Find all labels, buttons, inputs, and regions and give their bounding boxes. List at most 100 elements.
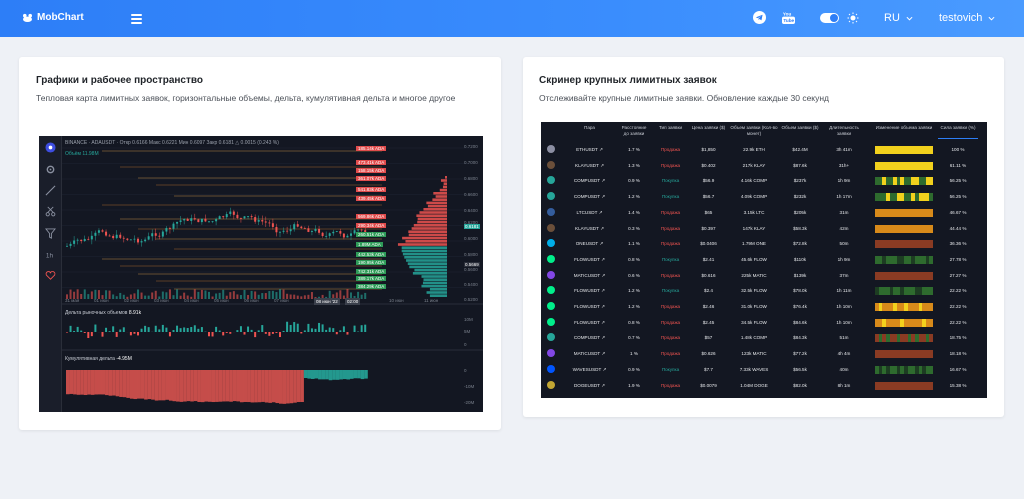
- language-selector[interactable]: RU: [884, 12, 913, 24]
- chevron-down-icon: [906, 16, 913, 21]
- hamburger-menu-icon[interactable]: [131, 14, 142, 24]
- cumulative-delta-bar: [325, 370, 329, 380]
- candle-body: [339, 231, 342, 234]
- table-row[interactable]: LTCUSDT ↗ 1.4 % Продажа $65 3.15k LTC $205k 31…: [541, 205, 987, 221]
- table-row[interactable]: MATICUSDT ↗ 1 % Продажа $0.626 123k MATIC $77…: [541, 346, 987, 362]
- table-row[interactable]: FLOWUSDT ↗ 0.8 % Продажа $2.45 34.5k FLOW $84…: [541, 315, 987, 331]
- cumulative-delta-bar: [257, 370, 262, 403]
- cell-dur: 1h 17m: [836, 194, 852, 200]
- delta-bar: [122, 327, 125, 332]
- cell-pair[interactable]: FLOWUSDT ↗: [567, 288, 612, 294]
- cumulative-delta-bar: [254, 370, 258, 403]
- cumulative-delta-bar: [176, 370, 180, 402]
- logo[interactable]: MobChart: [22, 12, 84, 23]
- candle-body: [346, 235, 349, 238]
- cell-pair[interactable]: LTCUSDT ↗: [567, 210, 612, 216]
- coin-icon: [547, 160, 555, 169]
- cell-pair[interactable]: MATICUSDT ↗: [567, 273, 612, 279]
- candle-body: [190, 218, 193, 221]
- volume-profile-bar: [422, 281, 447, 285]
- column-header-strength: Сила заявки (%): [940, 125, 976, 130]
- candle-body: [229, 211, 232, 215]
- table-row[interactable]: FLOWUSDT ↗ 1.2 % Покупка $2.4 32.5k FLOW $78.…: [541, 283, 987, 299]
- cumulative-delta-bar: [232, 370, 237, 402]
- cell-vusd: $56.5k: [793, 366, 807, 372]
- volume-profile-bar: [407, 262, 447, 265]
- cell-vusd: $78.0k: [793, 288, 807, 294]
- cell-pct: 16.67 %: [949, 366, 967, 372]
- price-level-tag: 190.95k ADA: [356, 260, 387, 265]
- candle-body: [158, 235, 161, 237]
- cell-pair[interactable]: DOGEUSDT ↗: [567, 383, 612, 389]
- table-row[interactable]: FLOWUSDT ↗ 1.2 % Продажа $2.46 31.0k FLOW $76…: [541, 299, 987, 315]
- volume-profile-bar: [408, 230, 447, 233]
- candle-body: [129, 239, 132, 241]
- delta-axis-tick: 10M: [464, 317, 473, 322]
- table-row[interactable]: COMPUSDT ↗ 0.9 % Покупка $56.9 4.16k COMP $23…: [541, 173, 987, 189]
- table-row[interactable]: COMPUSDT ↗ 0.7 % Продажа $57 1.48k COMP $84.3…: [541, 330, 987, 346]
- cumulative-delta-bar: [126, 370, 130, 398]
- cell-pair[interactable]: COMPUSDT ↗: [567, 194, 612, 200]
- logo-circle-icon: [45, 142, 56, 153]
- charts-workspace-card[interactable]: Графики и рабочее пространство Тепловая …: [19, 57, 501, 430]
- cell-price: $2.45: [702, 319, 715, 325]
- volume-profile-bar: [405, 240, 447, 243]
- table-row[interactable]: COMPUSDT ↗ 1.2 % Покупка $56.7 4.09k COMP $23…: [541, 189, 987, 205]
- price-level-tag: 185.14k ADA: [356, 146, 387, 151]
- candle-body: [208, 221, 210, 223]
- candle-body: [279, 231, 281, 233]
- theme-toggle[interactable]: [820, 13, 839, 23]
- x-axis-tick: 07 июн: [274, 298, 289, 303]
- coin-icon: [547, 192, 555, 201]
- cell-pct: 100 %: [951, 147, 965, 152]
- cell-pair[interactable]: COMPUSDT ↗: [567, 178, 612, 184]
- cell-pair[interactable]: MATICUSDT ↗: [567, 351, 612, 357]
- candle-body: [243, 216, 246, 219]
- table-row[interactable]: ONEUSDT ↗ 1.1 % Продажа $0.0406 1.79M ONE $72…: [541, 236, 987, 252]
- cell-pair[interactable]: FLOWUSDT ↗: [567, 304, 612, 310]
- youtube-icon[interactable]: YouTube: [782, 10, 795, 25]
- cell-vusd: $205k: [793, 209, 807, 215]
- table-row[interactable]: FLOWUSDT ↗ 0.8 % Покупка $2.41 45.6k FLOW $11…: [541, 252, 987, 268]
- cell-pair[interactable]: WAVESUSDT ↗: [567, 367, 612, 373]
- candle-body: [332, 231, 335, 234]
- user-menu[interactable]: testovich: [939, 12, 995, 24]
- table-row[interactable]: KLAYUSDT ↗ 0.3 % Продажа $0.397 147k KLAY $58…: [541, 221, 987, 237]
- delta-bar: [318, 322, 321, 332]
- cumulative-delta-bar: [332, 370, 336, 380]
- price-level-tag: 742.31k ADA: [356, 269, 387, 274]
- cell-pair[interactable]: ETHUSDT ↗: [567, 147, 612, 153]
- delta-bar: [168, 332, 171, 337]
- cumulative-delta-bar: [239, 370, 244, 403]
- telegram-icon[interactable]: [753, 11, 766, 24]
- cell-pair[interactable]: KLAYUSDT ↗: [567, 163, 612, 169]
- cell-vusd: $232k: [793, 194, 807, 200]
- candle-body: [357, 229, 360, 231]
- table-row[interactable]: DOGEUSDT ↗ 1.9 % Продажа $0.0079 1.04M DOGE $…: [541, 378, 987, 394]
- cell-price: $7.7: [704, 366, 713, 372]
- cumulative-axis-tick: 0: [464, 368, 467, 373]
- cell-pair[interactable]: FLOWUSDT ↗: [567, 257, 612, 263]
- delta-bar: [222, 332, 225, 336]
- cumulative-delta-bar: [261, 370, 265, 402]
- cell-pair[interactable]: COMPUSDT ↗: [567, 335, 612, 341]
- candle-body: [154, 233, 157, 236]
- table-row[interactable]: MATICUSDT ↗ 0.6 % Продажа $0.616 225k MATIC $…: [541, 268, 987, 284]
- cell-pair[interactable]: KLAYUSDT ↗: [567, 226, 612, 232]
- volume-profile-bar: [417, 220, 447, 224]
- candle-body: [80, 239, 83, 242]
- delta-bar: [364, 324, 367, 332]
- cumulative-delta-bar: [140, 370, 145, 399]
- cell-pct: 27.78 %: [949, 256, 967, 262]
- screener-card[interactable]: Скринер крупных лимитных заявок Отслежив…: [523, 57, 1004, 417]
- cell-vcoin: 7.33k WAVES: [739, 366, 769, 372]
- cell-pair[interactable]: FLOWUSDT ↗: [567, 320, 612, 326]
- cell-pct: 36.36 %: [949, 241, 967, 247]
- table-row[interactable]: KLAYUSDT ↗ 1.3 % Продажа $0.402 217k KLAY $87…: [541, 158, 987, 174]
- table-row[interactable]: WAVESUSDT ↗ 0.9 % Покупка $7.7 7.33k WAVES $5…: [541, 362, 987, 378]
- table-row[interactable]: ETHUSDT ↗ 1.7 % Продажа $1,850 22.9k ETH $42.…: [541, 142, 987, 158]
- volume-change-heatmap: [875, 381, 933, 390]
- card-title: Скринер крупных лимитных заявок: [539, 75, 717, 86]
- cell-pair[interactable]: ONEUSDT ↗: [567, 241, 612, 247]
- candle-body: [303, 228, 306, 229]
